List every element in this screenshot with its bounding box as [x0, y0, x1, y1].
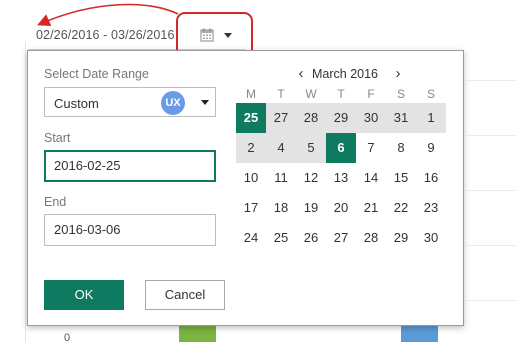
gridline: [466, 300, 517, 301]
calendar-day[interactable]: 10: [236, 163, 266, 193]
calendar-month-title: March 2016: [312, 67, 379, 81]
calendar-day[interactable]: 15: [386, 163, 416, 193]
background-bar-green: [179, 325, 216, 342]
calendar-icon[interactable]: [200, 28, 214, 42]
calendar-day[interactable]: 25: [236, 103, 266, 133]
calendar-day[interactable]: 23: [416, 193, 446, 223]
chevron-right-icon[interactable]: ›: [391, 65, 405, 83]
calendar-day[interactable]: 12: [296, 163, 326, 193]
chevron-left-icon[interactable]: ‹: [294, 65, 308, 83]
date-range-text: 02/26/2016 - 03/26/2016: [36, 28, 175, 42]
gridline: [466, 135, 517, 136]
end-date-input[interactable]: 2016-03-06: [44, 214, 216, 246]
calendar-day[interactable]: 19: [296, 193, 326, 223]
gridline: [466, 190, 517, 191]
calendar-day[interactable]: 13: [326, 163, 356, 193]
calendar-day[interactable]: 9: [416, 133, 446, 163]
calendar-day[interactable]: 24: [236, 223, 266, 253]
calendar-day[interactable]: 8: [386, 133, 416, 163]
calendar-day[interactable]: 4: [266, 133, 296, 163]
calendar-week-row: 17 18 19 20 21 22 23: [236, 193, 446, 223]
calendar-day[interactable]: 29: [386, 223, 416, 253]
calendar-day[interactable]: 5: [296, 133, 326, 163]
start-label: Start: [44, 131, 71, 145]
date-range-popup: Select Date Range Custom UX Start 2016-0…: [27, 50, 464, 326]
chevron-down-icon[interactable]: [201, 100, 209, 105]
calendar-grid: MTWTFSS 25 27 28 29 30 31 1 2 4 5 6 7 8 9 10 11 12 13 14 15…: [236, 85, 446, 253]
calendar-header: ‹ March 2016 ›: [236, 65, 446, 83]
calendar-day[interactable]: 25: [266, 223, 296, 253]
chevron-down-icon[interactable]: [224, 33, 232, 38]
range-select-value: Custom: [54, 96, 99, 111]
calendar-day[interactable]: 17: [236, 193, 266, 223]
calendar-week-row: 2456789: [236, 133, 446, 163]
calendar-day[interactable]: 2: [236, 133, 266, 163]
calendar-day[interactable]: 7: [356, 133, 386, 163]
calendar-day[interactable]: 28: [356, 223, 386, 253]
calendar-day[interactable]: 20: [326, 193, 356, 223]
weekday-label: S: [396, 87, 405, 101]
ok-button[interactable]: OK: [44, 280, 124, 310]
calendar-day[interactable]: 11: [266, 163, 296, 193]
calendar-day[interactable]: 21: [356, 193, 386, 223]
calendar-week-row: 10 11 12 13 14 15 16: [236, 163, 446, 193]
weekday-header-row: MTWTFSS: [236, 85, 446, 103]
calendar-week-row: 25 27 28 29 30 31 1: [236, 103, 446, 133]
end-label: End: [44, 195, 67, 209]
gridline: [466, 245, 517, 246]
calendar-day[interactable]: 29: [326, 103, 356, 133]
calendar-day[interactable]: 30: [356, 103, 386, 133]
calendar-week-row: 24 25 26 27 28 29 30: [236, 223, 446, 253]
calendar-day[interactable]: 26: [296, 223, 326, 253]
calendar-day[interactable]: 6: [326, 133, 356, 163]
ux-badge: UX: [161, 91, 185, 115]
calendar-day[interactable]: 1: [416, 103, 446, 133]
weekday-label: T: [277, 87, 285, 101]
axis-zero-label: 0: [64, 332, 71, 342]
gridline: [466, 80, 517, 81]
weekday-label: T: [337, 87, 345, 101]
weekday-label: W: [305, 87, 317, 101]
calendar-day[interactable]: 31: [386, 103, 416, 133]
calendar-day[interactable]: 30: [416, 223, 446, 253]
calendar-day[interactable]: 16: [416, 163, 446, 193]
range-select[interactable]: Custom UX: [44, 87, 216, 117]
weekday-label: M: [246, 87, 256, 101]
calendar-day[interactable]: 28: [296, 103, 326, 133]
weekday-label: F: [367, 87, 375, 101]
calendar-day[interactable]: 27: [266, 103, 296, 133]
start-date-input[interactable]: 2016-02-25: [44, 150, 216, 182]
calendar-day[interactable]: 18: [266, 193, 296, 223]
calendar-day[interactable]: 27: [326, 223, 356, 253]
calendar-day[interactable]: 14: [356, 163, 386, 193]
background-bar-blue: [401, 325, 438, 342]
range-select-label: Select Date Range: [44, 67, 149, 81]
weekday-label: S: [426, 87, 435, 101]
calendar-day[interactable]: 22: [386, 193, 416, 223]
cancel-button[interactable]: Cancel: [145, 280, 225, 310]
date-range-trigger[interactable]: 02/26/2016 - 03/26/2016: [28, 20, 246, 50]
